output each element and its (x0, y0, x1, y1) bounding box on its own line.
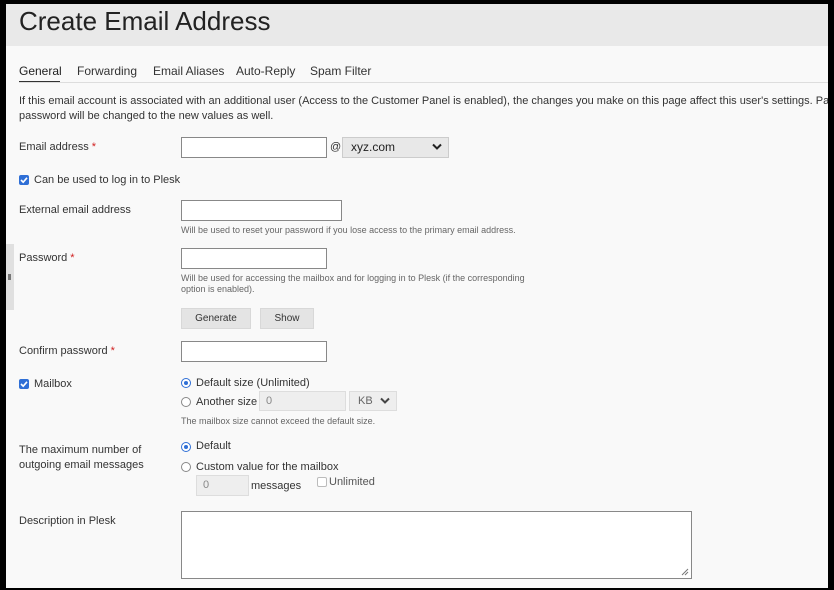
outgoing-messages-unit: messages (251, 480, 302, 492)
show-password-button[interactable]: Show (260, 308, 314, 329)
description-textarea[interactable] (181, 511, 692, 579)
page-title: Create Email Address (19, 6, 271, 36)
external-email-hint: Will be used to reset your password if y… (181, 225, 516, 235)
password-label: Password * (19, 252, 75, 264)
login-checkbox-label: Can be used to log in to Plesk (34, 174, 181, 186)
outgoing-messages-input[interactable]: 0 (196, 475, 249, 496)
tab-email-aliases[interactable]: Email Aliases (153, 64, 224, 78)
mailbox-size-hint: The mailbox size cannot exceed the defau… (181, 416, 376, 426)
resize-handle-icon[interactable] (681, 568, 689, 576)
mailbox-default-size-radio[interactable] (181, 378, 191, 388)
outgoing-custom-label: Custom value for the mailbox (196, 461, 339, 473)
required-mark: * (70, 252, 75, 264)
mailbox-default-size-label: Default size (Unlimited) (196, 377, 310, 389)
mailbox-another-size-label: Another size (196, 396, 258, 408)
intro-line-1: If this email account is associated with… (19, 95, 828, 107)
description-label: Description in Plesk (19, 515, 116, 527)
mailbox-size-input[interactable]: 0 (259, 391, 346, 411)
tab-forwarding[interactable]: Forwarding (77, 64, 137, 78)
create-email-form-window: Create Email Address General Forwarding … (6, 4, 828, 588)
intro-line-2: password will be changed to the new valu… (19, 110, 274, 122)
outgoing-custom-radio[interactable] (181, 462, 191, 472)
mailbox-size-unit-select[interactable]: KB (349, 391, 397, 411)
outgoing-unlimited-checkbox[interactable] (317, 477, 327, 487)
external-email-label: External email address (19, 204, 131, 216)
tabs-divider (19, 82, 828, 83)
title-bar: Create Email Address (6, 4, 828, 46)
outgoing-limit-label: The maximum number of outgoing email mes… (19, 444, 144, 471)
email-address-label: Email address * (19, 141, 96, 153)
intro-text: If this email account is associated with… (19, 94, 828, 124)
at-sign: @ (330, 141, 342, 153)
chevron-down-icon (380, 397, 390, 404)
generate-password-button[interactable]: Generate (181, 308, 251, 329)
checkmark-icon (20, 177, 28, 184)
required-mark: * (110, 345, 115, 357)
tab-spam-filter[interactable]: Spam Filter (310, 64, 371, 78)
mailbox-checkbox[interactable] (19, 379, 29, 389)
mailbox-another-size-radio[interactable] (181, 397, 191, 407)
external-email-input[interactable] (181, 200, 342, 221)
password-hint: Will be used for accessing the mailbox a… (181, 273, 525, 294)
outgoing-default-radio[interactable] (181, 442, 191, 452)
confirm-password-input[interactable] (181, 341, 327, 362)
tab-general[interactable]: General (19, 64, 62, 78)
mailbox-label: Mailbox (34, 378, 72, 390)
email-local-part-input[interactable] (181, 137, 327, 158)
checkmark-icon (20, 381, 28, 388)
login-checkbox[interactable] (19, 175, 29, 185)
tab-auto-reply[interactable]: Auto-Reply (236, 64, 295, 78)
outgoing-default-label: Default (196, 440, 231, 452)
domain-select[interactable]: xyz.com (342, 137, 449, 158)
confirm-password-label: Confirm password * (19, 345, 115, 357)
sidebar-collapse-handle[interactable] (6, 244, 14, 310)
password-input[interactable] (181, 248, 327, 269)
outgoing-unlimited-label: Unlimited (329, 476, 375, 488)
chevron-down-icon (432, 143, 442, 150)
required-mark: * (91, 141, 96, 153)
domain-select-value: xyz.com (351, 140, 396, 154)
